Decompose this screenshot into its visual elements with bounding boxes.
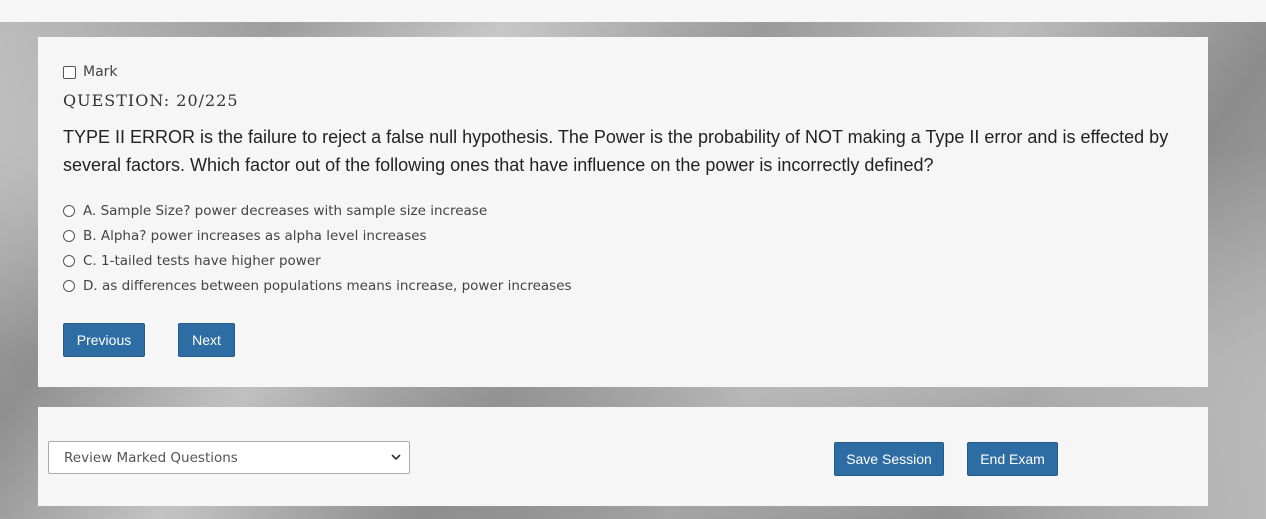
option-b-label: B. Alpha? power increases as alpha level… bbox=[83, 227, 427, 244]
mark-checkbox[interactable] bbox=[63, 65, 76, 79]
question-number: QUESTION: 20/225 bbox=[63, 91, 239, 110]
end-exam-button[interactable]: End Exam bbox=[967, 442, 1058, 476]
question-panel: Mark QUESTION: 20/225 TYPE II ERROR is t… bbox=[38, 37, 1208, 387]
option-d[interactable]: D. as differences between populations me… bbox=[63, 273, 572, 298]
option-c-label: C. 1-tailed tests have higher power bbox=[83, 252, 321, 269]
option-a-label: A. Sample Size? power decreases with sam… bbox=[83, 202, 488, 219]
radio-b[interactable] bbox=[63, 229, 75, 242]
question-text: TYPE II ERROR is the failure to reject a… bbox=[63, 127, 1169, 175]
mark-checkbox-row[interactable]: Mark bbox=[63, 64, 118, 80]
radio-d[interactable] bbox=[63, 279, 75, 292]
option-c[interactable]: C. 1-tailed tests have higher power bbox=[63, 248, 572, 273]
mark-label: Mark bbox=[83, 64, 118, 80]
radio-c[interactable] bbox=[63, 254, 75, 267]
review-marked-select[interactable]: Review Marked Questions bbox=[48, 441, 410, 474]
option-d-label: D. as differences between populations me… bbox=[83, 277, 572, 294]
review-select-value: Review Marked Questions bbox=[64, 449, 238, 466]
option-a[interactable]: A. Sample Size? power decreases with sam… bbox=[63, 198, 572, 223]
footer-panel: Review Marked Questions Save Session End… bbox=[38, 407, 1208, 506]
answer-options: A. Sample Size? power decreases with sam… bbox=[63, 198, 572, 298]
option-b[interactable]: B. Alpha? power increases as alpha level… bbox=[63, 223, 572, 248]
radio-a[interactable] bbox=[63, 204, 75, 217]
previous-button[interactable]: Previous bbox=[63, 323, 145, 357]
save-session-button[interactable]: Save Session bbox=[834, 442, 944, 476]
chevron-down-icon bbox=[391, 454, 401, 461]
top-bar bbox=[0, 0, 1266, 22]
next-button[interactable]: Next bbox=[178, 323, 235, 357]
